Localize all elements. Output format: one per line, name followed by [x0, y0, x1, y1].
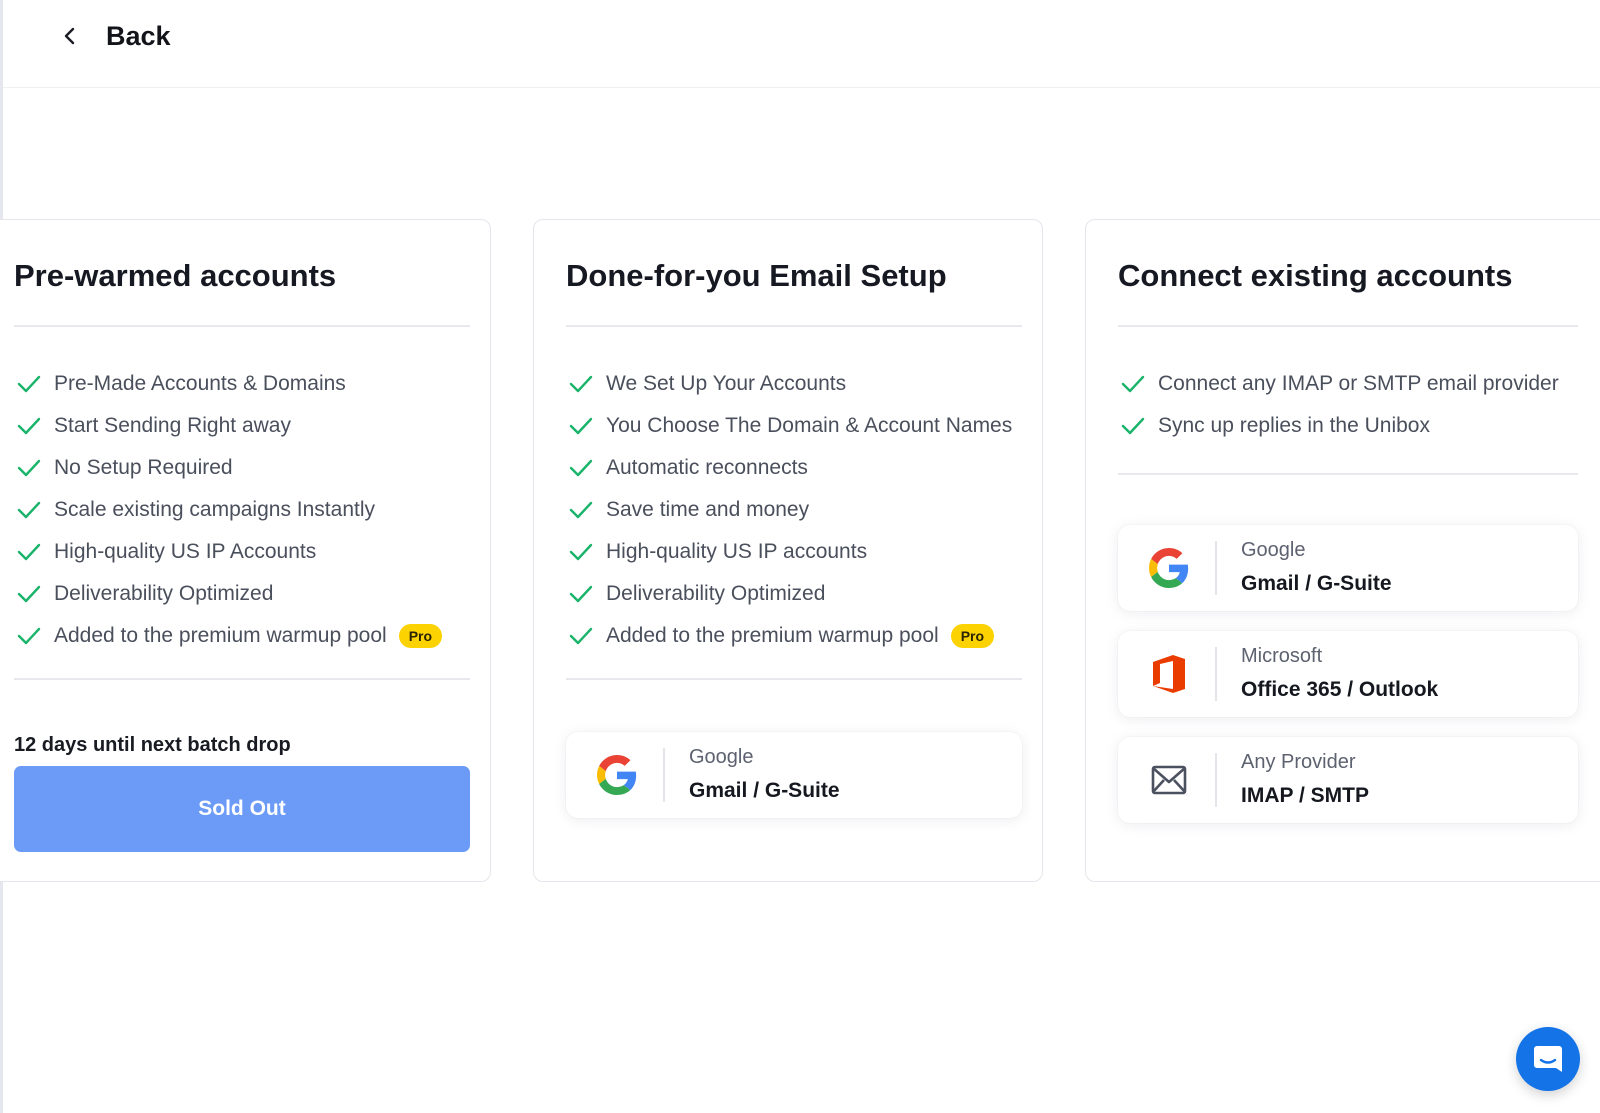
provider-name: Microsoft — [1241, 645, 1323, 667]
provider-description: IMAP / SMTP — [1241, 784, 1369, 807]
check-icon — [1121, 375, 1145, 393]
pro-badge: Pro — [398, 624, 443, 648]
provider-divider — [1215, 753, 1217, 807]
feature-list: Connect any IMAP or SMTP email provider … — [1120, 363, 1559, 447]
check-icon — [17, 375, 41, 393]
check-icon — [17, 501, 41, 519]
chevron-left-icon — [64, 27, 75, 45]
feature-item: No Setup Required — [16, 447, 442, 489]
feature-item: Added to the premium warmup pool Pro — [568, 615, 1012, 657]
google-icon — [1148, 547, 1190, 589]
divider — [14, 678, 470, 680]
provider-description: Office 365 / Outlook — [1241, 678, 1439, 701]
feature-item: High-quality US IP accounts — [568, 531, 1012, 573]
check-icon — [17, 585, 41, 603]
check-icon — [17, 417, 41, 435]
google-icon — [596, 754, 638, 796]
provider-name: Any Provider — [1241, 751, 1356, 773]
provider-name: Google — [1241, 539, 1306, 561]
page: Back Pre-warmed accounts Pre-Made Accoun… — [0, 0, 1600, 1113]
card-connect-existing: Connect existing accounts Connect any IM… — [1085, 219, 1600, 882]
provider-divider — [1215, 541, 1217, 595]
pro-badge: Pro — [950, 624, 995, 648]
feature-item: High-quality US IP Accounts — [16, 531, 442, 573]
divider — [566, 678, 1022, 680]
provider-description: Gmail / G-Suite — [1241, 572, 1392, 595]
feature-item: You Choose The Domain & Account Names — [568, 405, 1012, 447]
feature-item: Connect any IMAP or SMTP email provider — [1120, 363, 1559, 405]
check-icon — [569, 417, 593, 435]
provider-microsoft[interactable]: Microsoft Office 365 / Outlook — [1118, 631, 1578, 717]
batch-drop-countdown: 12 days until next batch drop — [14, 734, 291, 756]
check-icon — [569, 501, 593, 519]
feature-item: We Set Up Your Accounts — [568, 363, 1012, 405]
provider-google[interactable]: Google Gmail / G-Suite — [1118, 525, 1578, 611]
card-title: Connect existing accounts — [1118, 258, 1513, 293]
card-title: Done-for-you Email Setup — [566, 258, 947, 293]
feature-list: Pre-Made Accounts & Domains Start Sendin… — [16, 363, 443, 657]
feature-item: Added to the premium warmup pool Pro — [16, 615, 443, 657]
feature-item: Save time and money — [568, 489, 1012, 531]
feature-item: Start Sending Right away — [16, 405, 442, 447]
divider — [566, 325, 1022, 327]
check-icon — [17, 459, 41, 477]
back-label: Back — [106, 20, 171, 51]
provider-description: Gmail / G-Suite — [689, 779, 840, 802]
provider-any[interactable]: Any Provider IMAP / SMTP — [1118, 737, 1578, 823]
divider — [1118, 325, 1578, 327]
chat-icon — [1534, 1046, 1562, 1072]
divider — [1118, 473, 1578, 475]
check-icon — [569, 543, 593, 561]
office-icon — [1148, 653, 1190, 695]
provider-google[interactable]: Google Gmail / G-Suite — [566, 732, 1022, 818]
divider — [14, 325, 470, 327]
mail-icon — [1148, 759, 1190, 801]
feature-item: Deliverability Optimized — [568, 573, 1012, 615]
provider-divider — [663, 748, 665, 802]
back-button[interactable]: Back — [58, 16, 171, 56]
check-icon — [569, 459, 593, 477]
feature-item: Scale existing campaigns Instantly — [16, 489, 442, 531]
feature-item: Sync up replies in the Unibox — [1120, 405, 1559, 447]
card-prewarmed-accounts: Pre-warmed accounts Pre-Made Accounts & … — [0, 219, 491, 882]
feature-list: We Set Up Your Accounts You Choose The D… — [568, 363, 1012, 657]
check-icon — [569, 375, 593, 393]
check-icon — [1121, 417, 1145, 435]
provider-name: Google — [689, 746, 754, 768]
top-bar: Back — [3, 0, 1600, 88]
sold-out-button[interactable]: Sold Out — [14, 766, 470, 852]
feature-item: Deliverability Optimized — [16, 573, 442, 615]
check-icon — [569, 627, 593, 645]
feature-item: Automatic reconnects — [568, 447, 1012, 489]
check-icon — [17, 543, 41, 561]
check-icon — [17, 627, 41, 645]
check-icon — [569, 585, 593, 603]
feature-item: Pre-Made Accounts & Domains — [16, 363, 442, 405]
chat-launcher-button[interactable] — [1516, 1027, 1580, 1091]
provider-divider — [1215, 647, 1217, 701]
card-done-for-you-setup: Done-for-you Email Setup We Set Up Your … — [533, 219, 1043, 882]
card-title: Pre-warmed accounts — [14, 258, 337, 293]
